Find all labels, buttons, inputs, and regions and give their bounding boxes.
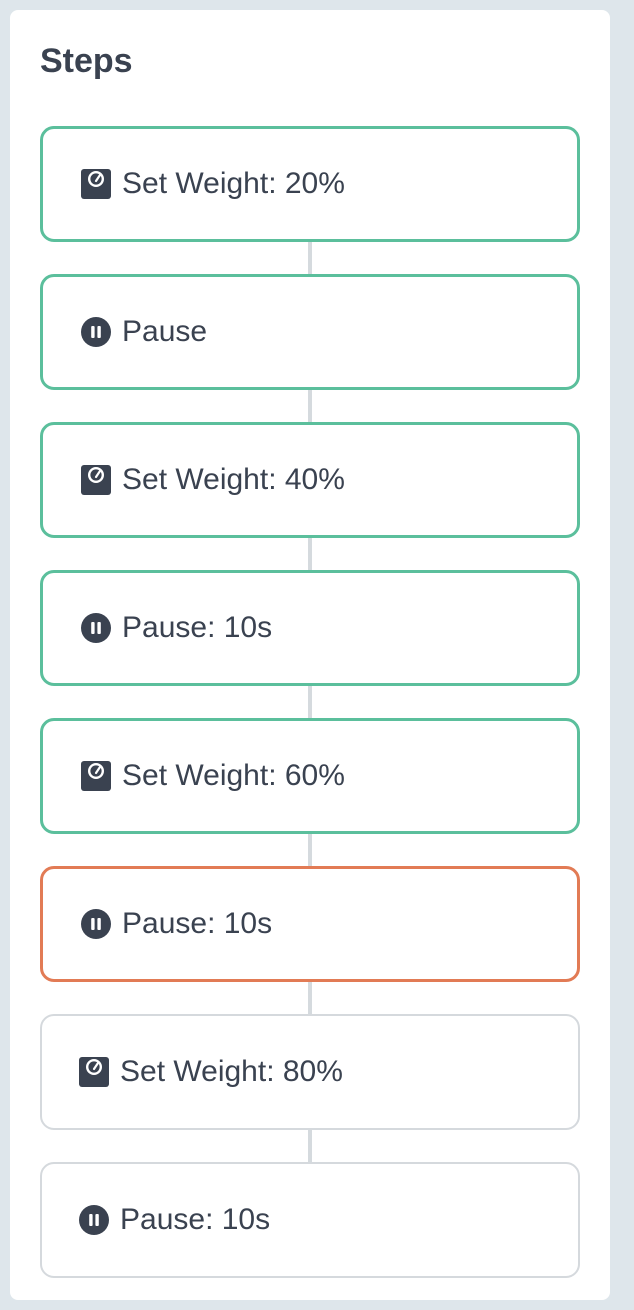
step-connector: [308, 538, 312, 570]
pause-circle-icon: [80, 908, 112, 940]
step-label: Pause: 10s: [120, 1203, 271, 1236]
pause-circle-icon: [80, 612, 112, 644]
step-label: Set Weight: 20%: [122, 167, 345, 200]
step-label: Set Weight: 40%: [122, 463, 345, 496]
steps-panel: Steps Set Weight: 20% Pause Set Weight: …: [10, 10, 610, 1300]
step-item-1[interactable]: Set Weight: 20%: [40, 126, 580, 242]
step-label: Set Weight: 60%: [122, 759, 345, 792]
weight-scale-icon: [80, 760, 112, 792]
step-connector: [308, 242, 312, 274]
step-connector: [308, 390, 312, 422]
step-label: Pause: 10s: [122, 907, 273, 940]
step-item-5[interactable]: Set Weight: 60%: [40, 718, 580, 834]
weight-scale-icon: [80, 168, 112, 200]
step-label: Pause: [122, 315, 208, 348]
weight-scale-icon: [80, 464, 112, 496]
pause-circle-icon: [80, 316, 112, 348]
step-item-7[interactable]: Set Weight: 80%: [40, 1014, 580, 1130]
step-item-8[interactable]: Pause: 10s: [40, 1162, 580, 1278]
step-connector: [308, 982, 312, 1014]
step-label: Pause: 10s: [122, 611, 273, 644]
panel-title: Steps: [40, 42, 133, 80]
step-item-2[interactable]: Pause: [40, 274, 580, 390]
step-item-6[interactable]: Pause: 10s: [40, 866, 580, 982]
weight-scale-icon: [78, 1056, 110, 1088]
step-label: Set Weight: 80%: [120, 1055, 343, 1088]
step-connector: [308, 686, 312, 718]
step-connector: [308, 834, 312, 866]
step-item-4[interactable]: Pause: 10s: [40, 570, 580, 686]
pause-circle-icon: [78, 1204, 110, 1236]
step-connector: [308, 1130, 312, 1162]
steps-list: Set Weight: 20% Pause Set Weight: 40% Pa…: [40, 126, 580, 1278]
step-item-3[interactable]: Set Weight: 40%: [40, 422, 580, 538]
